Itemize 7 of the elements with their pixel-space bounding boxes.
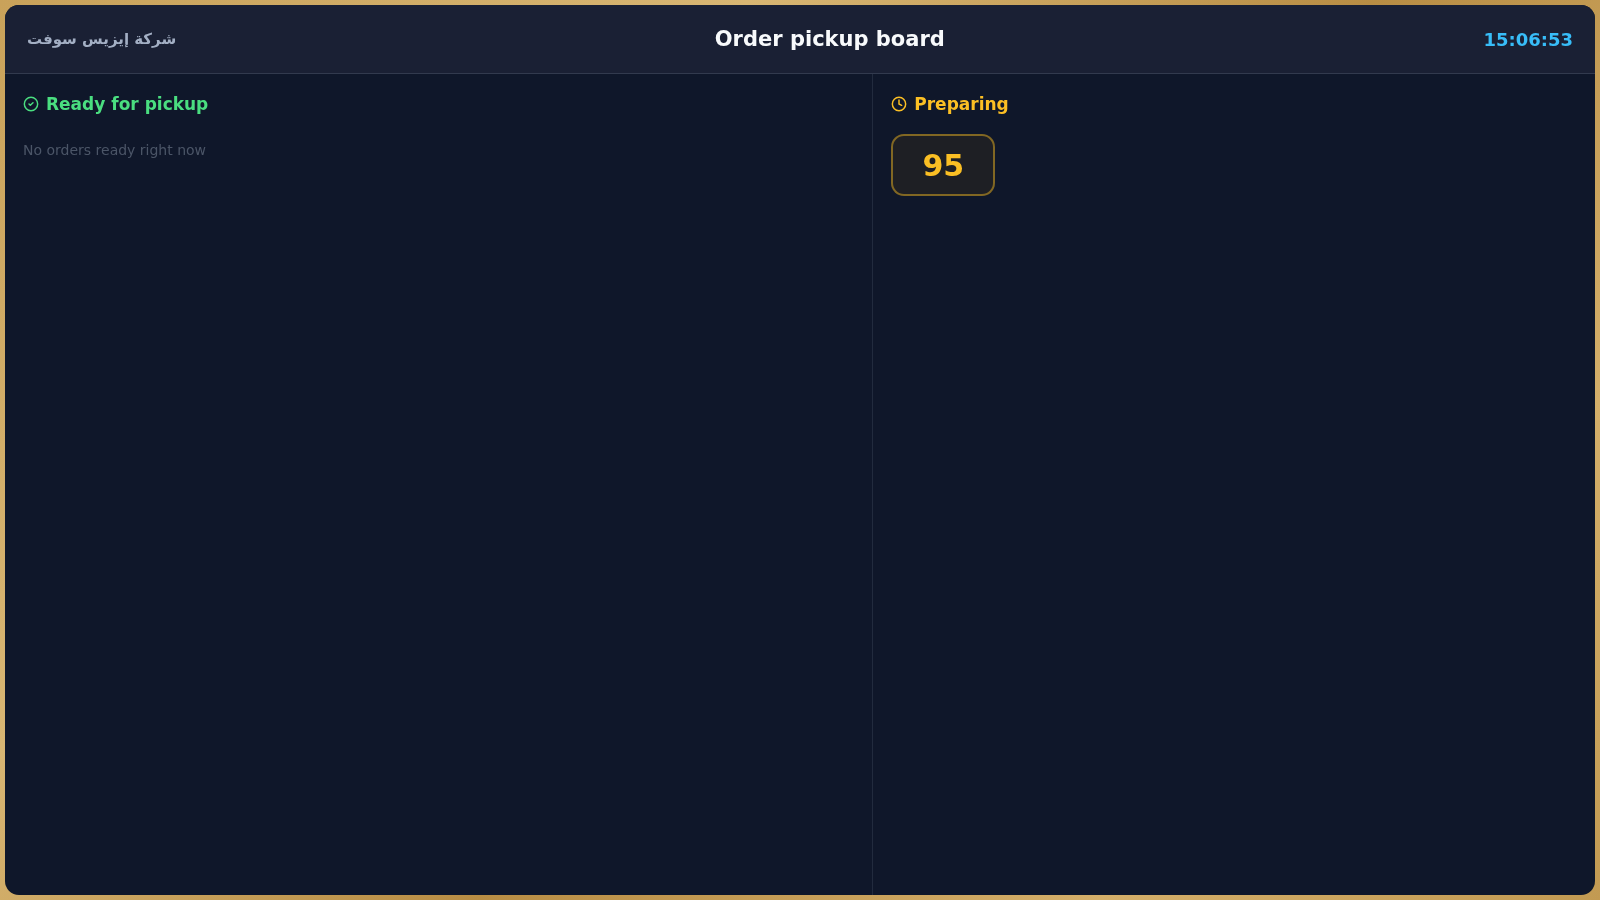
section-title: Ready for pickup xyxy=(46,94,209,114)
board-title: Order pickup board xyxy=(714,27,945,51)
clock-time: 15:06:53 xyxy=(1483,28,1573,50)
order-number-card: 95 xyxy=(891,134,996,196)
section-title: Preparing xyxy=(914,94,1009,114)
company-name: شركة إيزيس سوفت xyxy=(27,30,177,48)
empty-message: No orders ready right now xyxy=(23,142,208,158)
